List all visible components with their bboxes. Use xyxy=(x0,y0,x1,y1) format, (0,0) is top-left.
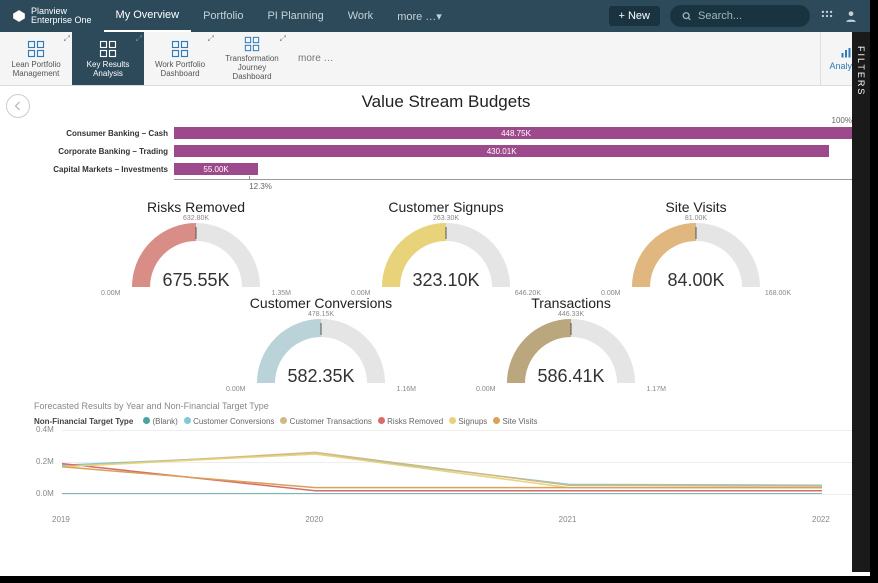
gauge-min: 0.00M xyxy=(101,290,120,297)
budget-row: Capital Markets – Investments55.00K xyxy=(34,161,858,177)
ribbon: ⤢Lean Portfolio Management⤢Key Results A… xyxy=(0,32,870,86)
gauge-target: 263.30K xyxy=(433,215,459,222)
gauge-title: Customer Conversions xyxy=(216,295,426,311)
gauge-max: 1.17M xyxy=(647,386,666,393)
ribbon-work-portfolio-dashboard[interactable]: ⤢Work Portfolio Dashboard xyxy=(144,32,216,85)
forecast-legend: Non-Financial Target Type (Blank) Custom… xyxy=(34,417,858,426)
budget-row: Corporate Banking – Trading430.01K xyxy=(34,143,858,159)
nav-tab-portfolio[interactable]: Portfolio xyxy=(191,0,255,32)
gauge-value: 582.35K xyxy=(246,366,396,387)
apps-icon[interactable] xyxy=(820,9,834,23)
gauge-target: 81.00K xyxy=(685,215,707,222)
dashboard-content: Value Stream Budgets 100% Consumer Banki… xyxy=(0,86,870,574)
user-icon[interactable] xyxy=(844,9,858,23)
legend-item: Signups xyxy=(443,417,487,426)
gauge-value: 84.00K xyxy=(621,270,771,291)
gauge-target: 632.80K xyxy=(183,215,209,222)
legend-item: Risks Removed xyxy=(372,417,443,426)
tile-icon xyxy=(25,40,47,58)
forecast-title: Forecasted Results by Year and Non-Finan… xyxy=(34,401,858,411)
gauge-min: 0.00M xyxy=(476,386,495,393)
popout-icon: ⤢ xyxy=(136,34,142,44)
gauge-title: Transactions xyxy=(466,295,676,311)
gauge-title: Site Visits xyxy=(591,199,801,215)
gauge-customer-signups: Customer Signups⤢ ⋯263.30K 323.10K0.00M 64… xyxy=(341,199,551,295)
forecast-section: Forecasted Results by Year and Non-Finan… xyxy=(34,401,858,512)
new-button[interactable]: + New xyxy=(609,6,661,26)
budget-bar: 448.75K xyxy=(174,127,858,139)
gauge-max: 168.00K xyxy=(765,290,791,297)
scale-max: 100% xyxy=(34,116,858,125)
budget-bar: 430.01K xyxy=(174,145,829,157)
gauge-target: 478.15K xyxy=(308,311,334,318)
gauge-risks-removed: Risks Removed632.80K 675.55K0.00M 1.35M xyxy=(91,199,301,295)
popout-icon: ⤢ xyxy=(64,34,70,44)
gauge-value: 323.10K xyxy=(371,270,521,291)
budget-chart: 100% Consumer Banking – Cash448.75KCorpo… xyxy=(34,116,858,193)
gauge-value: 586.41K xyxy=(496,366,646,387)
budget-row: Consumer Banking – Cash448.75K xyxy=(34,125,858,141)
scale-bottom: 12.3% xyxy=(174,179,858,193)
search-box[interactable] xyxy=(670,5,810,27)
popout-icon: ⤢ xyxy=(208,34,214,44)
gauge-transactions: Transactions446.33K 586.41K0.00M 1.17M xyxy=(466,295,676,391)
tile-icon xyxy=(241,36,263,52)
gauge-min: 0.00M xyxy=(351,290,370,297)
ribbon-lean-portfolio-management[interactable]: ⤢Lean Portfolio Management xyxy=(0,32,72,85)
budget-label: Consumer Banking – Cash xyxy=(34,129,174,138)
nav-tab-more-[interactable]: more …▾ xyxy=(385,0,454,32)
gauge-customer-conversions: Customer Conversions478.15K 582.35K0.00M 1… xyxy=(216,295,426,391)
planview-icon xyxy=(12,9,26,23)
bar-chart-icon xyxy=(839,47,853,59)
ribbon-more[interactable]: more … xyxy=(288,32,344,85)
nav-tab-pi-planning[interactable]: PI Planning xyxy=(255,0,335,32)
legend-item: (Blank) xyxy=(137,417,178,426)
filters-panel-toggle[interactable]: FILTERS xyxy=(852,32,870,572)
tile-icon xyxy=(169,40,191,58)
legend-item: Customer Conversions xyxy=(178,417,275,426)
budget-bar: 55.00K xyxy=(174,163,258,175)
back-button[interactable] xyxy=(6,94,30,118)
gauge-max: 1.16M xyxy=(397,386,416,393)
gauge-min: 0.00M xyxy=(226,386,245,393)
gauge-value: 675.55K xyxy=(121,270,271,291)
budget-label: Corporate Banking – Trading xyxy=(34,147,174,156)
gauge-max: 646.20K xyxy=(515,290,541,297)
popout-icon: ⤢ xyxy=(280,34,286,44)
legend-item: Site Visits xyxy=(487,417,537,426)
gauge-title: Customer Signups⤢ ⋯ xyxy=(341,199,551,215)
gauge-target: 446.33K xyxy=(558,311,584,318)
budgets-title: Value Stream Budgets xyxy=(34,92,858,112)
ribbon-transformation-journey-dashboard[interactable]: ⤢Transformation Journey Dashboard xyxy=(216,32,288,85)
forecast-chart: 0.4M0.2M0.0M2019202020212022 xyxy=(62,430,858,512)
search-input[interactable] xyxy=(698,10,798,22)
nav-tab-my-overview[interactable]: My Overview xyxy=(104,0,192,32)
brand-logo: PlanviewEnterprise One xyxy=(0,7,104,25)
gauge-max: 1.35M xyxy=(272,290,291,297)
arrow-left-icon xyxy=(12,100,24,112)
legend-item: Customer Transactions xyxy=(274,417,371,426)
budget-label: Capital Markets – Investments xyxy=(34,165,174,174)
top-nav: PlanviewEnterprise One My OverviewPortfo… xyxy=(0,0,870,32)
nav-tab-work[interactable]: Work xyxy=(336,0,385,32)
search-icon xyxy=(682,11,692,22)
tile-icon xyxy=(97,40,119,58)
ribbon-key-results-analysis[interactable]: ⤢Key Results Analysis xyxy=(72,32,144,85)
gauge-min: 0.00M xyxy=(601,290,620,297)
gauge-title: Risks Removed xyxy=(91,199,301,215)
gauge-site-visits: Site Visits81.00K 84.00K0.00M 168.00K xyxy=(591,199,801,295)
